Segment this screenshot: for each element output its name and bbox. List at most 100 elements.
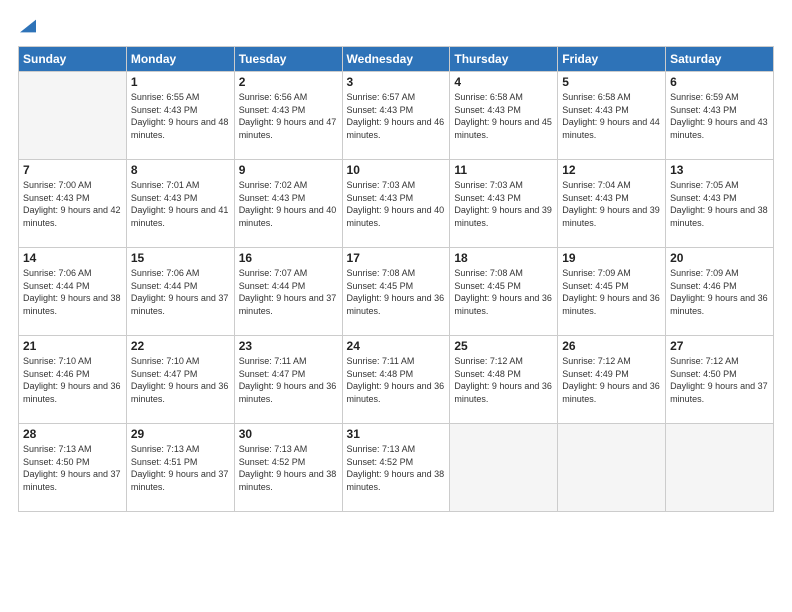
day-info: Sunrise: 7:12 AMSunset: 4:49 PMDaylight:… <box>562 355 661 405</box>
logo-icon <box>20 18 36 34</box>
day-number: 7 <box>23 163 122 177</box>
day-info: Sunrise: 7:07 AMSunset: 4:44 PMDaylight:… <box>239 267 338 317</box>
calendar-day-header: Friday <box>558 47 666 72</box>
calendar-cell <box>558 424 666 512</box>
calendar-cell: 10 Sunrise: 7:03 AMSunset: 4:43 PMDayligh… <box>342 160 450 248</box>
day-info: Sunrise: 7:09 AMSunset: 4:46 PMDaylight:… <box>670 267 769 317</box>
calendar-day-header: Thursday <box>450 47 558 72</box>
calendar-cell: 30 Sunrise: 7:13 AMSunset: 4:52 PMDayligh… <box>234 424 342 512</box>
calendar-day-header: Monday <box>126 47 234 72</box>
calendar-week-row: 14 Sunrise: 7:06 AMSunset: 4:44 PMDayligh… <box>19 248 774 336</box>
day-info: Sunrise: 7:12 AMSunset: 4:48 PMDaylight:… <box>454 355 553 405</box>
day-number: 26 <box>562 339 661 353</box>
calendar-week-row: 21 Sunrise: 7:10 AMSunset: 4:46 PMDayligh… <box>19 336 774 424</box>
day-number: 15 <box>131 251 230 265</box>
day-number: 19 <box>562 251 661 265</box>
day-info: Sunrise: 7:13 AMSunset: 4:51 PMDaylight:… <box>131 443 230 493</box>
day-info: Sunrise: 6:58 AMSunset: 4:43 PMDaylight:… <box>562 91 661 141</box>
calendar-cell: 27 Sunrise: 7:12 AMSunset: 4:50 PMDayligh… <box>666 336 774 424</box>
calendar-cell: 1 Sunrise: 6:55 AMSunset: 4:43 PMDaylight… <box>126 72 234 160</box>
day-number: 9 <box>239 163 338 177</box>
logo <box>18 18 36 36</box>
day-info: Sunrise: 7:04 AMSunset: 4:43 PMDaylight:… <box>562 179 661 229</box>
calendar-week-row: 28 Sunrise: 7:13 AMSunset: 4:50 PMDayligh… <box>19 424 774 512</box>
calendar-cell: 16 Sunrise: 7:07 AMSunset: 4:44 PMDayligh… <box>234 248 342 336</box>
calendar-cell <box>666 424 774 512</box>
day-number: 29 <box>131 427 230 441</box>
calendar-cell: 9 Sunrise: 7:02 AMSunset: 4:43 PMDaylight… <box>234 160 342 248</box>
day-number: 8 <box>131 163 230 177</box>
day-info: Sunrise: 7:12 AMSunset: 4:50 PMDaylight:… <box>670 355 769 405</box>
day-info: Sunrise: 7:10 AMSunset: 4:47 PMDaylight:… <box>131 355 230 405</box>
day-info: Sunrise: 7:03 AMSunset: 4:43 PMDaylight:… <box>454 179 553 229</box>
calendar-cell: 21 Sunrise: 7:10 AMSunset: 4:46 PMDayligh… <box>19 336 127 424</box>
day-info: Sunrise: 7:10 AMSunset: 4:46 PMDaylight:… <box>23 355 122 405</box>
calendar-cell: 8 Sunrise: 7:01 AMSunset: 4:43 PMDaylight… <box>126 160 234 248</box>
calendar-cell: 18 Sunrise: 7:08 AMSunset: 4:45 PMDayligh… <box>450 248 558 336</box>
calendar-cell: 28 Sunrise: 7:13 AMSunset: 4:50 PMDayligh… <box>19 424 127 512</box>
day-info: Sunrise: 7:08 AMSunset: 4:45 PMDaylight:… <box>454 267 553 317</box>
day-number: 4 <box>454 75 553 89</box>
calendar-cell: 19 Sunrise: 7:09 AMSunset: 4:45 PMDayligh… <box>558 248 666 336</box>
calendar-cell: 2 Sunrise: 6:56 AMSunset: 4:43 PMDaylight… <box>234 72 342 160</box>
day-info: Sunrise: 7:13 AMSunset: 4:52 PMDaylight:… <box>239 443 338 493</box>
day-info: Sunrise: 7:02 AMSunset: 4:43 PMDaylight:… <box>239 179 338 229</box>
calendar-cell: 23 Sunrise: 7:11 AMSunset: 4:47 PMDayligh… <box>234 336 342 424</box>
day-number: 10 <box>347 163 446 177</box>
calendar-day-header: Saturday <box>666 47 774 72</box>
day-number: 1 <box>131 75 230 89</box>
day-info: Sunrise: 6:56 AMSunset: 4:43 PMDaylight:… <box>239 91 338 141</box>
day-number: 21 <box>23 339 122 353</box>
calendar-cell: 29 Sunrise: 7:13 AMSunset: 4:51 PMDayligh… <box>126 424 234 512</box>
day-number: 14 <box>23 251 122 265</box>
calendar-day-header: Sunday <box>19 47 127 72</box>
day-info: Sunrise: 7:09 AMSunset: 4:45 PMDaylight:… <box>562 267 661 317</box>
header <box>18 18 774 36</box>
day-number: 22 <box>131 339 230 353</box>
day-number: 24 <box>347 339 446 353</box>
day-number: 31 <box>347 427 446 441</box>
day-info: Sunrise: 7:11 AMSunset: 4:47 PMDaylight:… <box>239 355 338 405</box>
day-number: 28 <box>23 427 122 441</box>
day-info: Sunrise: 7:06 AMSunset: 4:44 PMDaylight:… <box>131 267 230 317</box>
day-number: 5 <box>562 75 661 89</box>
day-number: 3 <box>347 75 446 89</box>
calendar-week-row: 7Sunrise: 7:00 AMSunset: 4:43 PMDaylight… <box>19 160 774 248</box>
calendar-cell: 11Sunrise: 7:03 AMSunset: 4:43 PMDayligh… <box>450 160 558 248</box>
day-info: Sunrise: 7:03 AMSunset: 4:43 PMDaylight:… <box>347 179 446 229</box>
calendar-cell: 25 Sunrise: 7:12 AMSunset: 4:48 PMDayligh… <box>450 336 558 424</box>
day-info: Sunrise: 6:58 AMSunset: 4:43 PMDaylight:… <box>454 91 553 141</box>
day-number: 18 <box>454 251 553 265</box>
calendar-cell: 12 Sunrise: 7:04 AMSunset: 4:43 PMDayligh… <box>558 160 666 248</box>
day-number: 2 <box>239 75 338 89</box>
calendar-cell: 13Sunrise: 7:05 AMSunset: 4:43 PMDayligh… <box>666 160 774 248</box>
day-number: 27 <box>670 339 769 353</box>
calendar-day-header: Wednesday <box>342 47 450 72</box>
calendar-cell: 31 Sunrise: 7:13 AMSunset: 4:52 PMDayligh… <box>342 424 450 512</box>
day-number: 30 <box>239 427 338 441</box>
day-number: 23 <box>239 339 338 353</box>
day-number: 16 <box>239 251 338 265</box>
day-info: Sunrise: 7:11 AMSunset: 4:48 PMDaylight:… <box>347 355 446 405</box>
calendar-cell: 17 Sunrise: 7:08 AMSunset: 4:45 PMDayligh… <box>342 248 450 336</box>
page: SundayMondayTuesdayWednesdayThursdayFrid… <box>0 0 792 612</box>
day-info: Sunrise: 7:13 AMSunset: 4:52 PMDaylight:… <box>347 443 446 493</box>
calendar-cell: 4 Sunrise: 6:58 AMSunset: 4:43 PMDaylight… <box>450 72 558 160</box>
day-info: Sunrise: 7:01 AMSunset: 4:43 PMDaylight:… <box>131 179 230 229</box>
day-number: 25 <box>454 339 553 353</box>
calendar-cell: 5 Sunrise: 6:58 AMSunset: 4:43 PMDaylight… <box>558 72 666 160</box>
day-info: Sunrise: 6:55 AMSunset: 4:43 PMDaylight:… <box>131 91 230 141</box>
day-info: Sunrise: 7:13 AMSunset: 4:50 PMDaylight:… <box>23 443 122 493</box>
calendar-cell: 24 Sunrise: 7:11 AMSunset: 4:48 PMDayligh… <box>342 336 450 424</box>
calendar-cell: 15 Sunrise: 7:06 AMSunset: 4:44 PMDayligh… <box>126 248 234 336</box>
calendar-cell: 3Sunrise: 6:57 AMSunset: 4:43 PMDaylight… <box>342 72 450 160</box>
day-number: 12 <box>562 163 661 177</box>
calendar-cell: 20 Sunrise: 7:09 AMSunset: 4:46 PMDayligh… <box>666 248 774 336</box>
calendar-cell <box>19 72 127 160</box>
day-info: Sunrise: 7:05 AMSunset: 4:43 PMDaylight:… <box>670 179 769 229</box>
day-number: 17 <box>347 251 446 265</box>
day-number: 20 <box>670 251 769 265</box>
calendar-cell: 6Sunrise: 6:59 AMSunset: 4:43 PMDaylight… <box>666 72 774 160</box>
logo-text <box>18 18 36 36</box>
day-info: Sunrise: 7:08 AMSunset: 4:45 PMDaylight:… <box>347 267 446 317</box>
